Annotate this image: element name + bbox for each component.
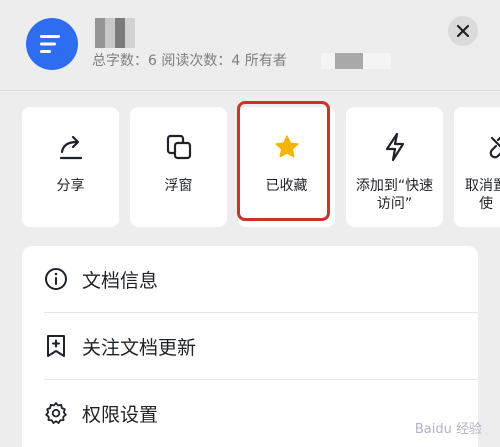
lightning-icon xyxy=(385,132,404,162)
menu-item-label: 权限设置 xyxy=(82,404,159,426)
floating-window-button[interactable]: 浮窗 xyxy=(130,107,227,227)
share-arrow-icon xyxy=(59,135,82,160)
watermark: Baidu 经验 xyxy=(414,422,482,437)
close-button[interactable] xyxy=(448,16,478,46)
sheet-header: 总字数：6 阅读次数：4 所有者 xyxy=(0,0,500,91)
menu-item-label: 文档信息 xyxy=(82,270,159,292)
menu-item-permissions[interactable]: 权限设置 xyxy=(22,380,478,446)
add-quick-access-label: 添加到“快速访问” xyxy=(355,178,434,212)
action-row: 分享 浮窗 已收藏 添加到“快速访问” 取消 使 xyxy=(22,107,500,227)
owner-name-redacted xyxy=(321,53,392,69)
gear-icon xyxy=(45,402,67,424)
doc-meta-text: 总字数：6 阅读次数：4 所有者 xyxy=(92,53,287,69)
floating-window-label: 浮窗 xyxy=(164,178,193,194)
favorited-button[interactable]: 已收藏 xyxy=(238,107,335,227)
info-icon xyxy=(45,268,67,290)
unpin-label: 取消置使 xyxy=(465,178,500,212)
bookmark-plus-icon xyxy=(47,335,65,357)
document-more-sheet: 总字数：6 阅读次数：4 所有者 分享 浮窗 已收藏 添加到“快速访问” 取消 … xyxy=(0,0,500,447)
menu-item-label: 关注文档更新 xyxy=(82,337,197,359)
share-button[interactable]: 分享 xyxy=(22,107,119,227)
doc-lines-icon xyxy=(40,35,60,53)
menu-list: 文档信息 关注文档更新 权限设置 xyxy=(22,246,478,447)
menu-item-doc-info[interactable]: 文档信息 xyxy=(22,246,478,312)
menu-item-follow-updates[interactable]: 关注文档更新 xyxy=(22,313,478,379)
unpin-button[interactable]: 取消置使 xyxy=(454,107,500,227)
favorited-label: 已收藏 xyxy=(265,178,308,194)
floating-window-icon xyxy=(166,134,191,160)
star-icon xyxy=(274,135,299,158)
add-quick-access-button[interactable]: 添加到“快速访问” xyxy=(346,107,443,227)
doc-title-redacted xyxy=(95,18,135,48)
doc-meta: 总字数：6 阅读次数：4 所有者 xyxy=(92,50,392,70)
unlink-icon xyxy=(489,136,500,159)
close-icon xyxy=(457,25,469,37)
doc-avatar xyxy=(26,18,78,70)
share-label: 分享 xyxy=(56,178,85,194)
